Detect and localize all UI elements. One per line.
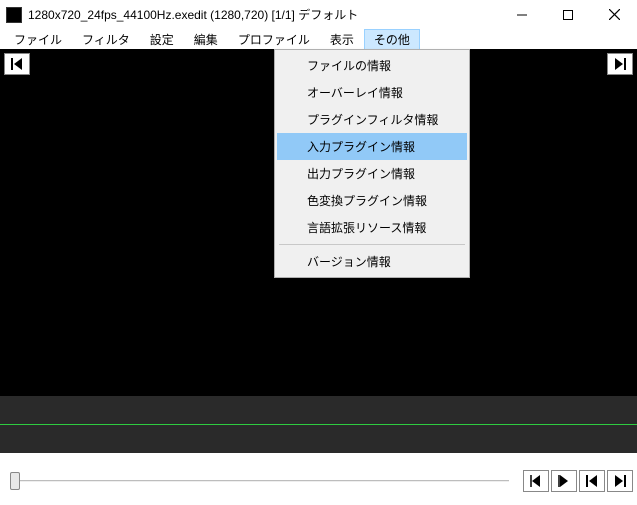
title-bar: 1280x720_24fps_44100Hz.exedit (1280,720)… <box>0 0 637 29</box>
go-start-button[interactable] <box>579 470 605 492</box>
dd-version-info[interactable]: バージョン情報 <box>277 248 467 275</box>
bottom-bar <box>0 453 637 505</box>
seek-thumb[interactable] <box>10 472 20 490</box>
menu-display[interactable]: 表示 <box>320 29 364 50</box>
menu-file[interactable]: ファイル <box>4 29 72 50</box>
window-title: 1280x720_24fps_44100Hz.exedit (1280,720)… <box>28 6 499 23</box>
workspace: ファイルの情報 オーバーレイ情報 プラグインフィルタ情報 入力プラグイン情報 出… <box>0 49 637 395</box>
menu-other[interactable]: その他 <box>364 29 420 50</box>
window-controls <box>499 0 637 29</box>
app-icon <box>6 7 22 23</box>
next-frame-button[interactable] <box>551 470 577 492</box>
dd-file-info[interactable]: ファイルの情報 <box>277 52 467 79</box>
go-end-button[interactable] <box>607 470 633 492</box>
dd-lang-resource-info[interactable]: 言語拡張リソース情報 <box>277 214 467 241</box>
dd-color-plugin-info[interactable]: 色変換プラグイン情報 <box>277 187 467 214</box>
nav-first-button[interactable] <box>4 53 30 75</box>
dd-overlay-info[interactable]: オーバーレイ情報 <box>277 79 467 106</box>
dd-output-plugin-info[interactable]: 出力プラグイン情報 <box>277 160 467 187</box>
menu-profile[interactable]: プロファイル <box>228 29 320 50</box>
dd-plugin-filter-info[interactable]: プラグインフィルタ情報 <box>277 106 467 133</box>
menu-edit[interactable]: 編集 <box>184 29 228 50</box>
maximize-button[interactable] <box>545 0 591 29</box>
menu-filter[interactable]: フィルタ <box>72 29 140 50</box>
close-button[interactable] <box>591 0 637 29</box>
menu-bar: ファイル フィルタ 設定 編集 プロファイル 表示 その他 <box>0 29 637 49</box>
transport-controls <box>523 470 633 492</box>
seek-track <box>14 480 509 483</box>
minimize-button[interactable] <box>499 0 545 29</box>
menu-settings[interactable]: 設定 <box>140 29 184 50</box>
seek-slider[interactable] <box>10 470 513 492</box>
timeline-marker-line <box>0 424 637 425</box>
nav-last-button[interactable] <box>607 53 633 75</box>
dd-input-plugin-info[interactable]: 入力プラグイン情報 <box>277 133 467 160</box>
other-menu-dropdown: ファイルの情報 オーバーレイ情報 プラグインフィルタ情報 入力プラグイン情報 出… <box>274 49 470 278</box>
timeline-strip <box>0 395 637 453</box>
dd-separator <box>279 244 465 245</box>
prev-frame-button[interactable] <box>523 470 549 492</box>
